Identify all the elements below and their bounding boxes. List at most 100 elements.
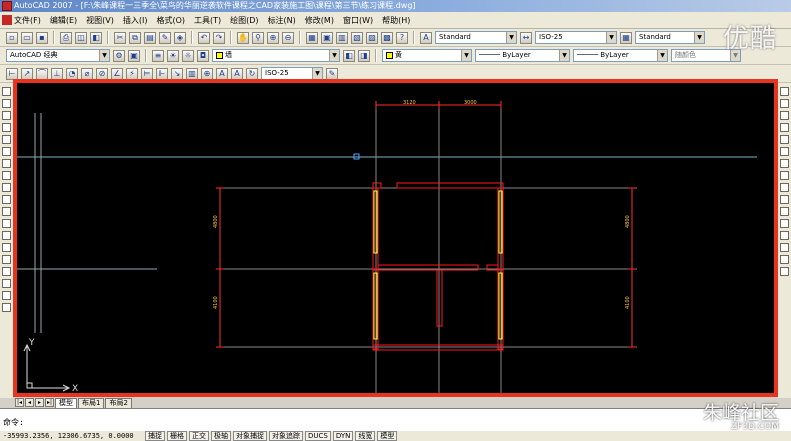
last-tab-icon[interactable]: ▸| (45, 398, 54, 407)
ducs-toggle[interactable]: DUCS (305, 431, 331, 441)
stretch-icon[interactable] (780, 183, 789, 192)
menu-view[interactable]: 视图(V) (86, 15, 114, 26)
dimension-edit-icon[interactable]: A (216, 67, 228, 80)
color-select[interactable]: 黄 ▼ (382, 49, 472, 62)
workspace-select[interactable]: AutoCAD 经典 ▼ (6, 49, 110, 62)
menu-format[interactable]: 格式(O) (156, 15, 185, 26)
angular-dimension-icon[interactable]: ∠ (111, 67, 123, 80)
polygon-icon[interactable] (2, 123, 11, 132)
print-preview-icon[interactable]: ◫ (75, 31, 87, 44)
match-properties-icon[interactable]: ✎ (159, 31, 171, 44)
cut-icon[interactable]: ✂ (114, 31, 126, 44)
top-dimension[interactable] (375, 101, 502, 109)
spline-icon[interactable] (2, 183, 11, 192)
mirror-icon[interactable] (780, 111, 789, 120)
menu-file[interactable]: 文件(F) (14, 15, 41, 26)
quick-leader-icon[interactable]: ↘ (171, 67, 183, 80)
sheet-set-icon[interactable]: ▧ (351, 31, 363, 44)
jogged-dimension-icon[interactable]: ⌀ (81, 67, 93, 80)
document-icon[interactable] (2, 15, 12, 25)
menu-edit[interactable]: 编辑(E) (50, 15, 77, 26)
lineweight-toggle[interactable]: 线宽 (355, 431, 376, 441)
help-icon[interactable]: ? (396, 31, 408, 44)
snap-toggle[interactable]: 捕捉 (145, 431, 165, 441)
layer-select[interactable]: 墙 ▼ (212, 49, 340, 62)
radius-dimension-icon[interactable]: ◔ (66, 67, 78, 80)
zoom-window-icon[interactable]: ⊕ (267, 31, 279, 44)
scale-icon[interactable] (780, 171, 789, 180)
table-icon[interactable] (2, 291, 11, 300)
revision-cloud-icon[interactable] (2, 171, 11, 180)
model-toggle[interactable]: 模型 (377, 431, 398, 441)
properties-icon[interactable]: ▦ (306, 31, 318, 44)
baseline-dimension-icon[interactable]: ⊨ (141, 67, 153, 80)
tool-palettes-icon[interactable]: ▥ (336, 31, 348, 44)
insert-block-icon[interactable] (2, 219, 11, 228)
center-mark-icon[interactable]: ⊕ (201, 67, 213, 80)
layer-freeze-icon[interactable]: ☼ (182, 49, 194, 62)
menu-window[interactable]: 窗口(W) (343, 15, 373, 26)
fillet-icon[interactable] (780, 255, 789, 264)
text-style-select[interactable]: Standard ▼ (435, 31, 517, 44)
drawing-area[interactable]: 3120 3000 4800 4100 4800 4100 Y X (13, 79, 778, 397)
publish-icon[interactable]: ◧ (90, 31, 102, 44)
new-icon[interactable]: ▫ (6, 31, 18, 44)
table-style-select[interactable]: Standard ▼ (635, 31, 705, 44)
osnap-toggle[interactable]: 对象捕捉 (233, 431, 267, 441)
workspace-settings-icon[interactable]: ⚙ (113, 49, 125, 62)
continue-dimension-icon[interactable]: ⊩ (156, 67, 168, 80)
dim-style-select[interactable]: ISO-25 ▼ (535, 31, 617, 44)
command-line[interactable]: 命令: (0, 408, 791, 431)
walls[interactable] (372, 182, 504, 351)
arc-length-icon[interactable]: ⌒ (36, 67, 48, 80)
redo-icon[interactable]: ↷ (213, 31, 225, 44)
copy-icon[interactable]: ⧉ (129, 31, 141, 44)
menu-tools[interactable]: 工具(T) (194, 15, 221, 26)
break-icon[interactable] (780, 219, 789, 228)
tab-layout2[interactable]: 布局2 (105, 398, 132, 408)
linear-dimension-icon[interactable]: ⊢ (6, 67, 18, 80)
print-icon[interactable]: ⎙ (60, 31, 72, 44)
join-icon[interactable] (780, 231, 789, 240)
calculator-icon[interactable]: ▩ (381, 31, 393, 44)
region-icon[interactable] (2, 279, 11, 288)
extend-icon[interactable] (780, 207, 789, 216)
trim-icon[interactable] (780, 195, 789, 204)
undo-icon[interactable]: ↶ (198, 31, 210, 44)
open-icon[interactable]: ▭ (21, 31, 33, 44)
menu-modify[interactable]: 修改(M) (305, 15, 334, 26)
left-dimension[interactable] (216, 187, 224, 348)
right-dimension[interactable] (628, 187, 636, 348)
offset-icon[interactable] (780, 123, 789, 132)
zoom-realtime-icon[interactable]: ⚲ (252, 31, 264, 44)
first-tab-icon[interactable]: |◂ (15, 398, 24, 407)
polar-toggle[interactable]: 极轴 (211, 431, 231, 441)
quick-dimension-icon[interactable]: ⚡ (126, 67, 138, 80)
prev-tab-icon[interactable]: ◂ (25, 398, 34, 407)
arc-icon[interactable] (2, 147, 11, 156)
dimension-update-icon[interactable]: ↻ (246, 67, 258, 80)
zoom-previous-icon[interactable]: ⊖ (282, 31, 294, 44)
grid-toggle[interactable]: 栅格 (167, 431, 187, 441)
rectangle-icon[interactable] (2, 135, 11, 144)
rotate-icon[interactable] (780, 159, 789, 168)
copy-object-icon[interactable] (780, 99, 789, 108)
move-icon[interactable] (780, 147, 789, 156)
tab-model[interactable]: 模型 (55, 398, 77, 408)
layer-manager-icon[interactable]: ≡ (152, 49, 164, 62)
layer-lock-icon[interactable]: ◘ (197, 49, 209, 62)
menu-insert[interactable]: 插入(I) (123, 15, 148, 26)
linetype-select[interactable]: ───── ByLayer ▼ (475, 49, 570, 62)
design-center-icon[interactable]: ▣ (321, 31, 333, 44)
dimension-style-icon[interactable]: ✎ (326, 67, 338, 80)
polyline-icon[interactable] (2, 111, 11, 120)
block-editor-icon[interactable]: ◈ (174, 31, 186, 44)
ellipse-icon[interactable] (2, 195, 11, 204)
point-icon[interactable] (2, 243, 11, 252)
make-object-layer-current-icon[interactable]: ◧ (343, 49, 355, 62)
gradient-icon[interactable] (2, 267, 11, 276)
ortho-toggle[interactable]: 正交 (189, 431, 209, 441)
explode-icon[interactable] (780, 267, 789, 276)
tab-layout1[interactable]: 布局1 (78, 398, 105, 408)
autocad-app-icon[interactable] (2, 1, 12, 11)
